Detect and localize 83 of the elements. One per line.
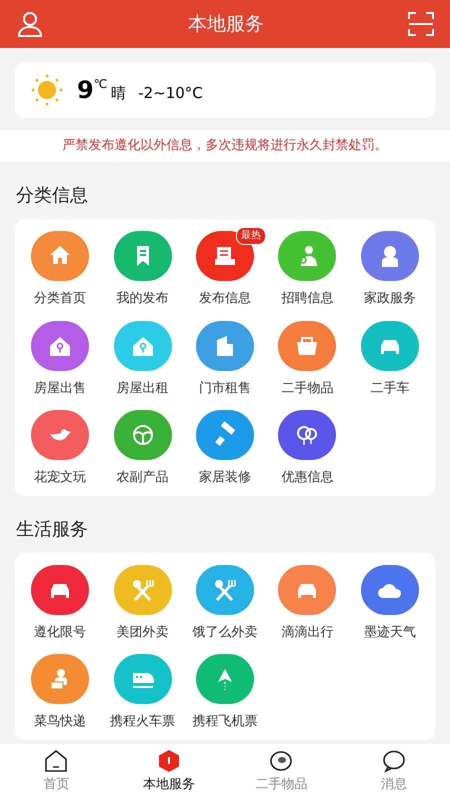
item-label: 农副产品	[116, 469, 169, 487]
item-label: 房屋出租	[116, 380, 169, 398]
grid-item[interactable]: 家居装修	[184, 410, 266, 492]
item-label: 二手物品	[281, 380, 334, 398]
item-label: 携程火车票	[110, 713, 176, 731]
bird-icon	[31, 410, 90, 460]
grid-item[interactable]: 遵化限号	[19, 564, 102, 646]
item-label: 发布信息	[198, 290, 251, 308]
spoon-fork-icon	[196, 564, 254, 614]
notice-text: 严禁发布遵化以外信息，多次违规将进行永久封禁处罚。	[62, 137, 388, 156]
item-label: 美团外卖	[116, 624, 169, 642]
ellipse-icon	[269, 749, 294, 774]
item-label: 饿了么外卖	[192, 624, 258, 642]
nav-tab[interactable]: 消息	[338, 744, 450, 800]
grid-item[interactable]: 饿了么外卖	[184, 564, 266, 646]
grid-item[interactable]: 农副产品	[101, 410, 184, 492]
grid-item[interactable]: 菜鸟快递	[19, 654, 102, 736]
temperature-value: 9	[77, 78, 94, 102]
car-icon	[31, 564, 90, 614]
house-icon	[44, 749, 68, 774]
item-label: 家居装修	[198, 469, 251, 487]
item-label: 招聘信息	[281, 290, 334, 308]
grid-item[interactable]: 我的发布	[101, 231, 184, 312]
grid-item[interactable]: 二手物品	[266, 320, 349, 402]
nav-tab[interactable]: 首页	[0, 744, 112, 800]
sun-icon	[31, 74, 63, 106]
grid-item[interactable]: 家政服务	[348, 231, 431, 312]
speech-bubble-icon	[382, 749, 406, 774]
item-label: 门市租售	[198, 380, 251, 398]
person-parcel-icon	[31, 654, 90, 704]
basket-icon	[278, 320, 336, 370]
nav-tab[interactable]: 本地服务	[112, 744, 225, 800]
item-label: 我的发布	[116, 290, 169, 308]
item-label: 分类首页	[34, 290, 86, 308]
item-label: 遵化限号	[34, 624, 86, 642]
grid-item[interactable]: 滴滴出行	[266, 564, 349, 646]
weather-condition: 晴	[111, 82, 126, 104]
car-icon	[278, 564, 336, 614]
grid-item[interactable]: 门市租售	[184, 320, 266, 402]
item-label: 花宠文玩	[34, 469, 86, 487]
grid-item[interactable]: 房屋出租	[101, 320, 184, 402]
hot-badge: 最热	[236, 227, 266, 245]
item-label: 二手车	[370, 380, 410, 398]
nav-tab[interactable]: 二手物品	[225, 744, 338, 800]
person-magnifier-icon	[278, 231, 336, 281]
grid-item[interactable]: 花宠文玩	[19, 410, 102, 492]
grid-item[interactable]: 美团外卖	[101, 564, 184, 646]
hexagon-icon	[156, 749, 181, 774]
cloud-icon	[360, 564, 419, 614]
house-icon	[31, 231, 90, 281]
item-label: 优惠信息	[281, 469, 334, 487]
balloons-icon	[278, 410, 336, 460]
house-key-icon	[31, 320, 90, 370]
item-label: 房屋出售	[34, 380, 86, 398]
user-icon[interactable]	[16, 10, 44, 38]
section-title: 分类信息	[15, 184, 89, 208]
train-icon	[114, 654, 172, 704]
spoon-fork-icon	[114, 564, 172, 614]
grid-item[interactable]: 二手车	[348, 320, 431, 402]
item-label: 滴滴出行	[281, 624, 334, 642]
grid-item[interactable]: 房屋出售	[19, 320, 102, 402]
paint-roller-icon	[196, 410, 254, 460]
grid-item[interactable]: 墨迹天气	[348, 564, 431, 646]
item-label: 家政服务	[364, 290, 416, 308]
grid-item[interactable]: 优惠信息	[266, 410, 349, 492]
item-label: 墨迹天气	[364, 624, 416, 642]
car-icon	[360, 320, 419, 370]
sprout-icon	[114, 410, 172, 460]
temperature-range: -2~10°C	[138, 82, 203, 104]
item-label: 携程飞机票	[192, 713, 258, 731]
scan-icon[interactable]	[408, 11, 434, 37]
house-key-icon	[114, 320, 172, 370]
temperature-unit: ℃	[94, 78, 108, 90]
building-icon	[196, 320, 254, 370]
grid-item[interactable]: 分类首页	[19, 231, 102, 312]
section-title: 生活服务	[15, 518, 89, 542]
grid-item[interactable]: 招聘信息	[266, 231, 349, 312]
grid-item[interactable]: 携程火车票	[101, 654, 184, 736]
bookmark-icon	[114, 231, 172, 281]
page-title: 本地服务	[188, 12, 264, 37]
item-label: 菜鸟快递	[34, 713, 86, 731]
person-icon	[360, 231, 419, 281]
grid-item[interactable]: 携程飞机票	[184, 654, 266, 736]
